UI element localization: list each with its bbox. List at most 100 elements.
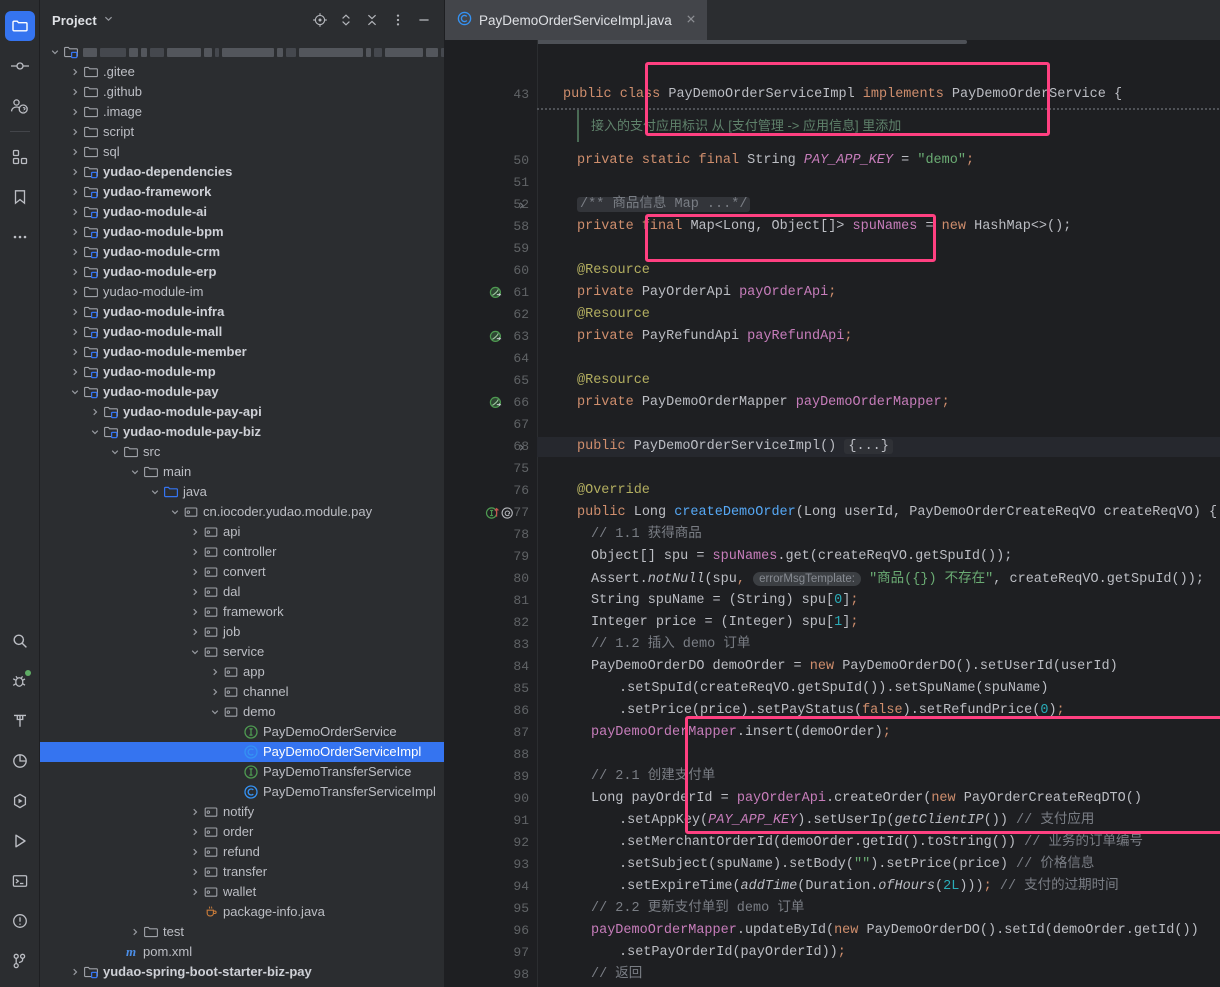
commit-tool-icon[interactable] bbox=[5, 51, 35, 81]
more-tool-icon[interactable] bbox=[5, 222, 35, 252]
run-tool-icon[interactable] bbox=[5, 826, 35, 856]
tree-row[interactable]: service bbox=[40, 642, 444, 662]
chevron-right-icon[interactable] bbox=[188, 887, 202, 897]
chevron-right-icon[interactable] bbox=[188, 807, 202, 817]
chevron-right-icon[interactable] bbox=[188, 847, 202, 857]
pull-requests-tool-icon[interactable] bbox=[5, 91, 35, 121]
tree-row[interactable]: framework bbox=[40, 602, 444, 622]
tree-row[interactable]: yudao-module-ai bbox=[40, 202, 444, 222]
tree-row[interactable]: sql bbox=[40, 142, 444, 162]
tree-row[interactable]: dal bbox=[40, 582, 444, 602]
project-tool-icon[interactable] bbox=[5, 11, 35, 41]
tree-row[interactable]: yudao-module-member bbox=[40, 342, 444, 362]
debug-tool-icon[interactable] bbox=[5, 666, 35, 696]
chevron-right-icon[interactable] bbox=[188, 827, 202, 837]
chevron-right-icon[interactable] bbox=[68, 267, 82, 277]
chevron-right-icon[interactable] bbox=[68, 207, 82, 217]
chevron-down-icon[interactable] bbox=[88, 427, 102, 437]
tree-row[interactable]: PayDemoTransferService bbox=[40, 762, 444, 782]
chevron-right-icon[interactable] bbox=[188, 587, 202, 597]
chevron-right-icon[interactable] bbox=[68, 187, 82, 197]
tree-row[interactable]: script bbox=[40, 122, 444, 142]
tree-row[interactable]: java bbox=[40, 482, 444, 502]
chevron-down-icon[interactable] bbox=[168, 507, 182, 517]
chevron-right-icon[interactable] bbox=[68, 327, 82, 337]
structure-tool-icon[interactable] bbox=[5, 142, 35, 172]
code-viewport[interactable]: 4350515258596061 6263 646566 6768757677 … bbox=[445, 40, 1220, 987]
search-tool-icon[interactable] bbox=[5, 626, 35, 656]
spring-bean-marker-icon[interactable] bbox=[489, 327, 503, 347]
tree-row[interactable]: yudao-framework bbox=[40, 182, 444, 202]
tree-row[interactable]: package-info.java bbox=[40, 902, 444, 922]
tree-row[interactable]: refund bbox=[40, 842, 444, 862]
chevron-down-icon[interactable] bbox=[108, 447, 122, 457]
project-tree[interactable]: .gitee.github.imagescriptsql yudao-depen… bbox=[40, 40, 444, 987]
tree-row[interactable]: yudao-module-pay-biz bbox=[40, 422, 444, 442]
tree-row[interactable]: transfer bbox=[40, 862, 444, 882]
tree-row[interactable]: app bbox=[40, 662, 444, 682]
chevron-right-icon[interactable] bbox=[188, 607, 202, 617]
tree-row[interactable]: PayDemoOrderService bbox=[40, 722, 444, 742]
tree-row[interactable]: demo bbox=[40, 702, 444, 722]
chevron-right-icon[interactable] bbox=[188, 867, 202, 877]
tree-row[interactable]: .github bbox=[40, 82, 444, 102]
chevron-right-icon[interactable] bbox=[208, 687, 222, 697]
tree-row[interactable]: notify bbox=[40, 802, 444, 822]
tree-row[interactable]: cn.iocoder.yudao.module.pay bbox=[40, 502, 444, 522]
problems-tool-icon[interactable] bbox=[5, 906, 35, 936]
services-tool-icon[interactable] bbox=[5, 786, 35, 816]
override-marker-icon[interactable] bbox=[485, 503, 515, 523]
tree-row[interactable]: main bbox=[40, 462, 444, 482]
chevron-down-icon[interactable] bbox=[103, 11, 114, 29]
chevron-right-icon[interactable] bbox=[188, 567, 202, 577]
chevron-right-icon[interactable] bbox=[68, 967, 82, 977]
chevron-right-icon[interactable] bbox=[68, 347, 82, 357]
chevron-right-icon[interactable] bbox=[188, 547, 202, 557]
tree-row[interactable]: yudao-module-infra bbox=[40, 302, 444, 322]
hide-panel-icon[interactable] bbox=[412, 8, 436, 32]
build-tool-icon[interactable] bbox=[5, 706, 35, 736]
chevron-right-icon[interactable] bbox=[68, 287, 82, 297]
tree-row[interactable]: yudao-module-pay-api bbox=[40, 402, 444, 422]
tree-row[interactable]: order bbox=[40, 822, 444, 842]
tree-row[interactable]: mpom.xml bbox=[40, 942, 444, 962]
tree-row[interactable]: src bbox=[40, 442, 444, 462]
chevron-right-icon[interactable] bbox=[68, 67, 82, 77]
tree-row[interactable]: wallet bbox=[40, 882, 444, 902]
chevron-down-icon[interactable] bbox=[148, 487, 162, 497]
profiler-tool-icon[interactable] bbox=[5, 746, 35, 776]
close-icon[interactable] bbox=[685, 13, 697, 28]
chevron-down-icon[interactable] bbox=[48, 47, 62, 57]
chevron-down-icon[interactable] bbox=[208, 707, 222, 717]
rendered-javadoc[interactable]: 接入的支付应用标识 从 [支付管理 -> 应用信息] 里添加 bbox=[577, 110, 901, 142]
tree-row[interactable]: api bbox=[40, 522, 444, 542]
tree-row[interactable]: yudao-module-crm bbox=[40, 242, 444, 262]
chevron-right-icon[interactable] bbox=[128, 927, 142, 937]
options-menu-icon[interactable] bbox=[386, 8, 410, 32]
chevron-right-icon[interactable] bbox=[68, 367, 82, 377]
tree-row[interactable]: yudao-module-pay bbox=[40, 382, 444, 402]
tree-row[interactable]: yudao-module-erp bbox=[40, 262, 444, 282]
chevron-right-icon[interactable] bbox=[188, 627, 202, 637]
fold-expand-icon[interactable] bbox=[517, 437, 526, 457]
tree-row[interactable]: yudao-module-im bbox=[40, 282, 444, 302]
chevron-right-icon[interactable] bbox=[68, 247, 82, 257]
tree-row[interactable]: yudao-module-bpm bbox=[40, 222, 444, 242]
chevron-right-icon[interactable] bbox=[68, 87, 82, 97]
tree-row[interactable]: PayDemoTransferServiceImpl bbox=[40, 782, 444, 802]
chevron-down-icon[interactable] bbox=[128, 467, 142, 477]
tree-row[interactable]: .gitee bbox=[40, 62, 444, 82]
chevron-right-icon[interactable] bbox=[68, 227, 82, 237]
chevron-right-icon[interactable] bbox=[68, 307, 82, 317]
collapse-all-icon[interactable] bbox=[360, 8, 384, 32]
editor-code-column[interactable]: public class PayDemoOrderServiceImpl imp… bbox=[537, 40, 1220, 987]
tree-row[interactable] bbox=[40, 42, 444, 62]
chevron-right-icon[interactable] bbox=[68, 167, 82, 177]
chevron-right-icon[interactable] bbox=[88, 407, 102, 417]
chevron-down-icon[interactable] bbox=[188, 647, 202, 657]
spring-bean-marker-icon[interactable] bbox=[489, 283, 503, 303]
tree-row[interactable]: .image bbox=[40, 102, 444, 122]
tree-row[interactable]: test bbox=[40, 922, 444, 942]
tree-row-selected[interactable]: PayDemoOrderServiceImpl bbox=[40, 742, 444, 762]
select-opened-file-icon[interactable] bbox=[308, 8, 332, 32]
